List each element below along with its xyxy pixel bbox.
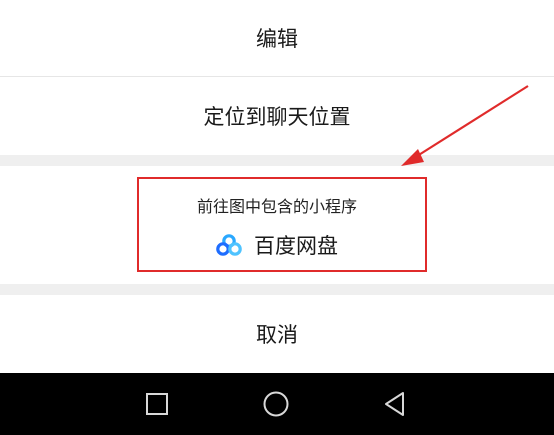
edit-button[interactable]: 编辑	[0, 0, 554, 76]
section-gap	[0, 155, 554, 166]
home-button[interactable]	[246, 373, 306, 435]
miniapp-section: 前往图中包含的小程序 百度网盘	[0, 166, 554, 284]
circle-home-icon	[263, 391, 289, 417]
back-button[interactable]	[365, 373, 425, 435]
miniapp-baidu-netdisk-button[interactable]: 百度网盘	[0, 228, 554, 262]
cancel-label: 取消	[256, 323, 298, 347]
miniapp-heading: 前往图中包含的小程序	[196, 197, 357, 216]
miniapp-name: 百度网盘	[254, 234, 338, 258]
section-gap	[0, 284, 554, 295]
baidu-netdisk-cloud-icon	[216, 234, 242, 256]
recent-apps-button[interactable]	[127, 373, 187, 435]
locate-label: 定位到聊天位置	[203, 105, 351, 129]
triangle-back-icon	[385, 392, 404, 416]
action-sheet: 编辑 定位到聊天位置 前往图中包含的小程序 百度网盘 取消	[0, 0, 554, 373]
square-recent-apps-icon	[146, 393, 168, 415]
edit-label: 编辑	[256, 27, 298, 51]
system-navigation-bar	[0, 373, 554, 435]
cancel-button[interactable]: 取消	[0, 295, 554, 373]
locate-in-chat-button[interactable]: 定位到聊天位置	[0, 77, 554, 155]
